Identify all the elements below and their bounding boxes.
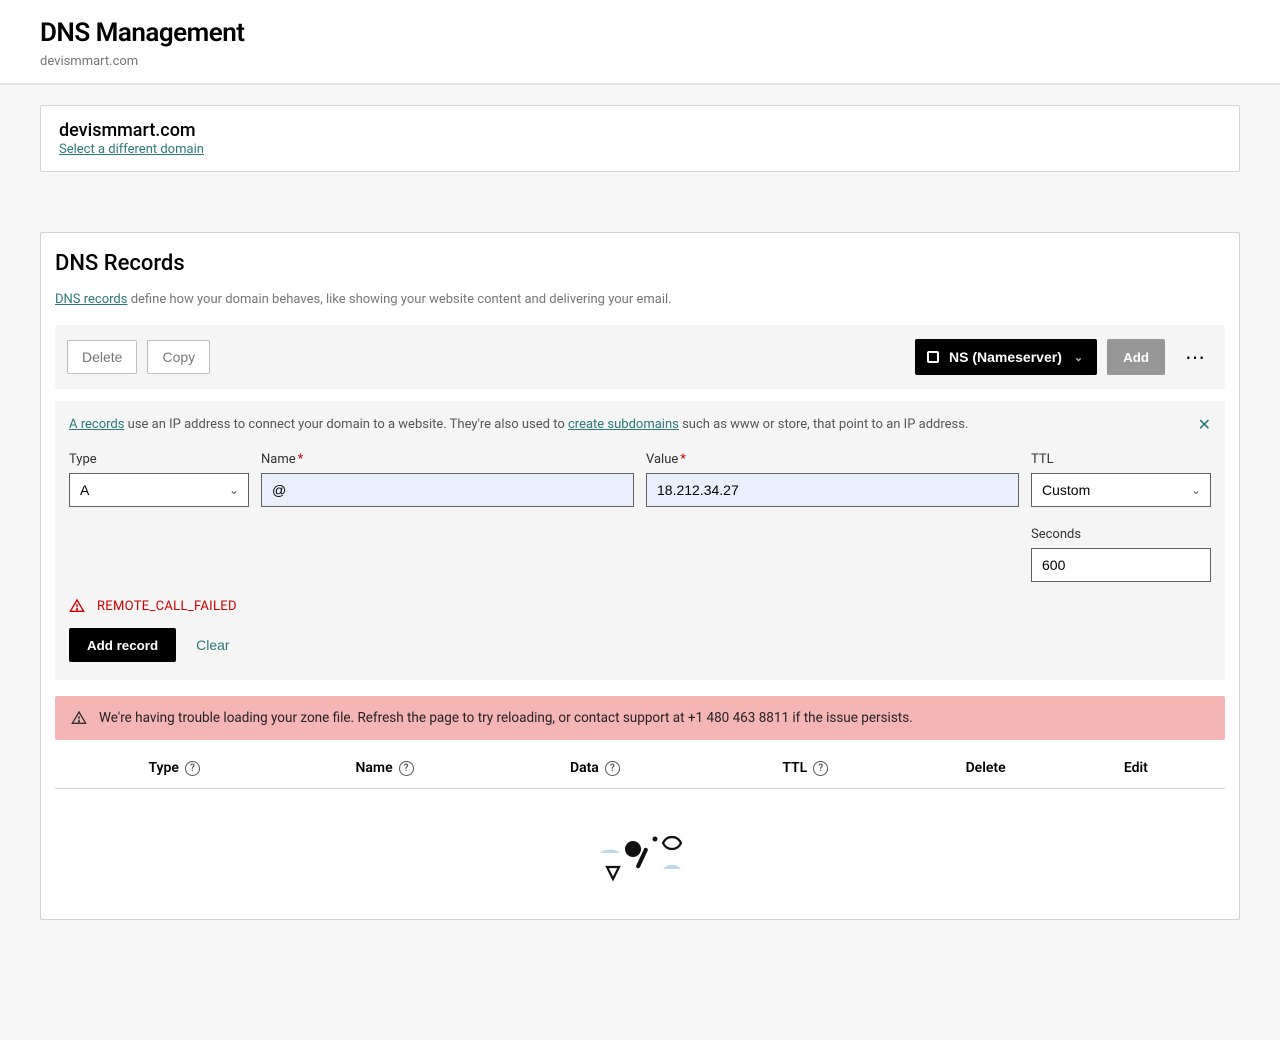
help-icon[interactable]: ? (399, 761, 414, 776)
warning-icon (71, 710, 87, 726)
ttl-label: TTL (1031, 452, 1211, 467)
th-data: Data? (490, 760, 700, 776)
create-subdomains-link[interactable]: create subdomains (568, 417, 679, 432)
th-edit: Edit (1061, 760, 1211, 776)
dns-records-description: DNS records define how your domain behav… (55, 292, 1225, 307)
add-button[interactable]: Add (1107, 339, 1165, 375)
th-delete: Delete (910, 760, 1060, 776)
zone-file-alert: We're having trouble loading your zone f… (55, 696, 1225, 740)
dns-records-link[interactable]: DNS records (55, 292, 127, 307)
page-subtitle-domain: devismmart.com (40, 54, 1240, 69)
a-record-info: A records use an IP address to connect y… (55, 401, 1225, 448)
dns-records-title: DNS Records (55, 251, 1225, 292)
value-input[interactable] (646, 473, 1019, 507)
th-ttl: TTL? (700, 760, 910, 776)
page-title: DNS Management (40, 18, 1240, 48)
delete-button[interactable]: Delete (67, 340, 137, 374)
close-icon[interactable]: ✕ (1198, 415, 1211, 434)
square-icon (927, 351, 939, 363)
chevron-down-icon: ⌄ (1074, 351, 1083, 364)
warning-icon (69, 598, 85, 614)
a-records-link[interactable]: A records (69, 417, 124, 432)
help-icon[interactable]: ? (813, 761, 828, 776)
seconds-row: Seconds (55, 523, 1225, 598)
seconds-label: Seconds (1031, 527, 1211, 542)
form-actions: Add record Clear (55, 628, 1225, 680)
help-icon[interactable]: ? (185, 761, 200, 776)
ttl-select[interactable]: Custom (1031, 473, 1211, 507)
th-type: Type? (69, 760, 279, 776)
record-form: Type A ⌄ Name* Value* (55, 448, 1225, 523)
value-label: Value* (646, 452, 1019, 467)
current-domain: devismmart.com (59, 120, 1221, 141)
help-icon[interactable]: ? (605, 761, 620, 776)
name-label: Name* (261, 452, 634, 467)
type-select[interactable]: A (69, 473, 249, 507)
th-name: Name? (279, 760, 489, 776)
type-label: Type (69, 452, 249, 467)
dns-records-card: DNS Records DNS records define how your … (40, 232, 1240, 920)
name-input[interactable] (261, 473, 634, 507)
more-icon[interactable]: ⋯ (1179, 345, 1213, 369)
page-header: DNS Management devismmart.com (0, 0, 1280, 85)
seconds-input[interactable] (1031, 548, 1211, 582)
add-record-button[interactable]: Add record (69, 628, 176, 662)
error-message: REMOTE_CALL_FAILED (55, 598, 1225, 628)
select-different-domain-link[interactable]: Select a different domain (59, 142, 204, 157)
empty-state-illustration (55, 789, 1225, 889)
domain-card: devismmart.com Select a different domain (40, 105, 1240, 172)
nameserver-dropdown[interactable]: NS (Nameserver) ⌄ (915, 339, 1097, 375)
clear-button[interactable]: Clear (196, 637, 229, 653)
records-toolbar: Delete Copy NS (Nameserver) ⌄ Add ⋯ (55, 325, 1225, 389)
records-table-header: Type? Name? Data? TTL? Delete Edit (55, 740, 1225, 789)
nameserver-label: NS (Nameserver) (949, 349, 1062, 365)
copy-button[interactable]: Copy (147, 340, 210, 374)
